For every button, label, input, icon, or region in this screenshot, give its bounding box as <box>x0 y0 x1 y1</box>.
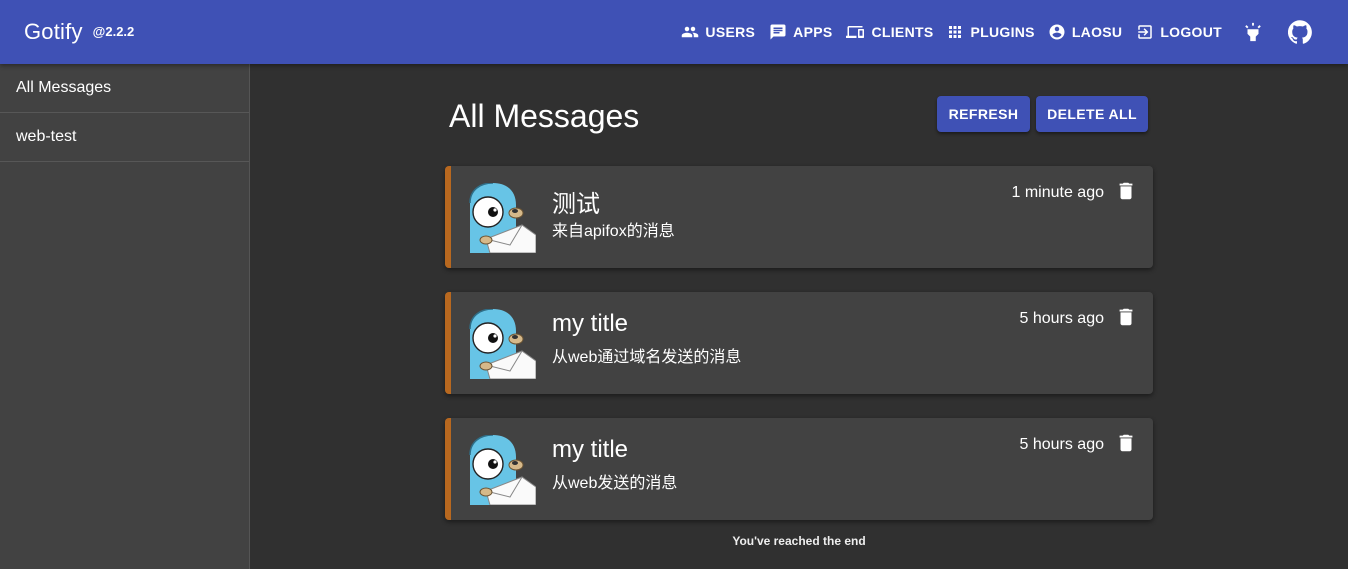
github-icon <box>1288 20 1312 44</box>
gopher-app-icon <box>466 183 536 253</box>
logout-icon <box>1136 23 1154 41</box>
message-date: 5 hours ago <box>1019 310 1104 327</box>
message-priority-bar <box>445 292 451 394</box>
message-priority-bar <box>445 418 451 520</box>
sidebar-item-all-messages[interactable]: All Messages <box>0 64 249 113</box>
message-card: my title 从web通过域名发送的消息 5 hours ago <box>445 292 1153 394</box>
users-icon <box>681 23 699 41</box>
message-body: 从web发送的消息 <box>552 475 678 492</box>
theme-toggle-button[interactable] <box>1242 0 1264 64</box>
refresh-button[interactable]: REFRESH <box>937 96 1030 132</box>
devices-icon <box>845 23 865 41</box>
nav-users-label: USERS <box>705 24 756 40</box>
apps-grid-icon <box>946 23 964 41</box>
nav-plugins-label: PLUGINS <box>970 24 1035 40</box>
message-priority-bar <box>445 166 451 268</box>
lightbulb-icon <box>1242 21 1264 43</box>
trash-icon[interactable] <box>1115 306 1137 333</box>
app-bar: Gotify @2.2.2 USERS APPS CLIENTS PLUGINS… <box>0 0 1348 64</box>
brand: Gotify @2.2.2 <box>24 0 134 64</box>
message-date: 1 minute ago <box>1011 184 1104 201</box>
message-card: 测试 来自apifox的消息 1 minute ago <box>445 166 1153 268</box>
end-of-list-text: You've reached the end <box>732 534 866 548</box>
nav-logout-button[interactable]: LOGOUT <box>1136 0 1222 64</box>
message-title: 测试 <box>552 191 600 218</box>
apps-chat-icon <box>769 23 787 41</box>
message-date: 5 hours ago <box>1019 436 1104 453</box>
gopher-app-icon <box>466 309 536 379</box>
app-version: @2.2.2 <box>92 23 135 39</box>
github-button[interactable] <box>1288 0 1312 64</box>
nav-logout-label: LOGOUT <box>1160 24 1222 40</box>
gopher-app-icon <box>466 435 536 505</box>
account-circle-icon <box>1048 23 1066 41</box>
nav-clients-label: CLIENTS <box>871 24 934 40</box>
sidebar: All Messages web-test <box>0 64 250 569</box>
nav-user-label: LAOSU <box>1071 24 1123 40</box>
message-card: my title 从web发送的消息 5 hours ago <box>445 418 1153 520</box>
message-title: my title <box>552 310 629 337</box>
app-name[interactable]: Gotify <box>24 19 83 45</box>
delete-all-button[interactable]: DELETE ALL <box>1036 96 1148 132</box>
trash-icon[interactable] <box>1115 180 1137 207</box>
main-content: All Messages REFRESH DELETE ALL 测试 来自api… <box>250 64 1348 569</box>
message-body: 从web通过域名发送的消息 <box>552 349 742 366</box>
top-nav: USERS APPS CLIENTS PLUGINS LAOSU LOGOUT <box>681 0 1348 64</box>
nav-user-button[interactable]: LAOSU <box>1048 0 1123 64</box>
page-title: All Messages <box>449 98 640 134</box>
nav-plugins-button[interactable]: PLUGINS <box>946 0 1035 64</box>
nav-users-button[interactable]: USERS <box>681 0 755 64</box>
message-body: 来自apifox的消息 <box>552 223 675 240</box>
nav-clients-button[interactable]: CLIENTS <box>845 0 933 64</box>
nav-apps-button[interactable]: APPS <box>769 0 832 64</box>
message-title: my title <box>552 436 629 463</box>
nav-apps-label: APPS <box>793 24 833 40</box>
trash-icon[interactable] <box>1115 432 1137 459</box>
sidebar-item-web-test[interactable]: web-test <box>0 113 249 162</box>
